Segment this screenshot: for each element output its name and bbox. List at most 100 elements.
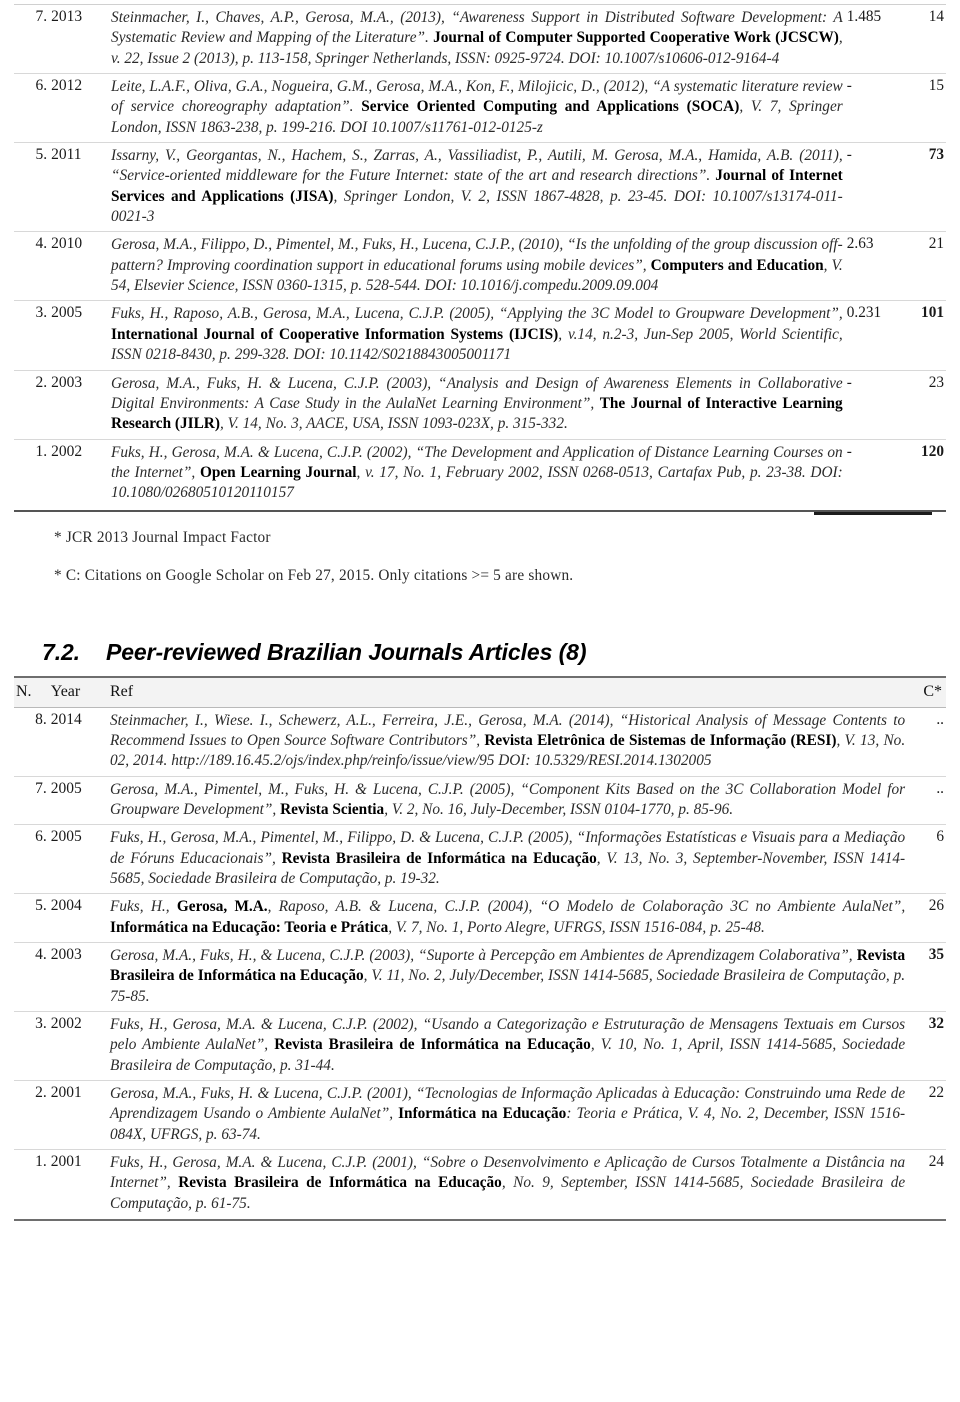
row-citations: 24 — [928, 1153, 944, 1171]
row-reference: Steinmacher, I., Wiese. I., Schewerz, A.… — [110, 711, 906, 770]
section-title: Peer-reviewed Brazilian Journals Article… — [106, 638, 587, 665]
row-citations: 32 — [928, 1015, 944, 1033]
row-citations: 22 — [928, 1084, 944, 1102]
row-impact-factor: 0.231 — [846, 304, 882, 322]
row-year: 2002 — [51, 442, 83, 460]
brazilian-journals-table-head: N. Year Ref C* — [14, 676, 946, 708]
row-reference: Issarny, V., Georgantas, N., Hachem, S.,… — [111, 147, 843, 226]
row-impact-factor: 1.485 — [846, 8, 882, 25]
row-year: 2005 — [50, 779, 82, 797]
row-reference: Fuks, H., Gerosa, M.A. & Lucena, C.J.P. … — [110, 1016, 906, 1074]
section-number: 7.2. — [42, 638, 80, 665]
row-year: 2005 — [50, 828, 82, 846]
row-year: 2013 — [51, 8, 83, 25]
row-impact-factor: - — [846, 442, 852, 460]
row-reference: Steinmacher, I., Chaves, A.P., Gerosa, M… — [111, 9, 843, 67]
international-journals-table: 7. 2013 Steinmacher, I., Chaves, A.P., Ger… — [14, 4, 946, 508]
table1-bottom-rule-dark-segment — [814, 511, 932, 515]
row-number: 1. — [35, 442, 48, 460]
row-citations: 21 — [928, 235, 944, 253]
table-row: 2. 2003 Gerosa, M.A., Fuks, H. & Lucena, C… — [14, 370, 946, 439]
row-citations: 73 — [928, 146, 944, 164]
row-citations: 35 — [928, 946, 944, 963]
table-row: 7. 2005 Gerosa, M.A., Pimentel, M., Fuks, … — [14, 776, 946, 825]
row-impact-factor: - — [846, 146, 852, 164]
table-row: 6. 2012 Leite, L.A.F., Oliva, G.A., Noguei… — [14, 73, 946, 143]
table-header-row: N. Year Ref C* — [14, 676, 946, 708]
row-citations: 6 — [936, 828, 944, 846]
row-year: 2011 — [51, 146, 82, 164]
table-row: 3. 2005 Fuks, H., Raposo, A.B., Gerosa, M.… — [14, 300, 946, 370]
table-row: 4. 2003 Gerosa, M.A., Fuks, H., & Lucena, … — [14, 942, 946, 1012]
table-row: 1. 2002 Fuks, H., Gerosa, M.A. & Lucena, C… — [14, 439, 946, 508]
row-citations: 26 — [928, 897, 944, 915]
row-number: 4. — [35, 235, 48, 253]
row-citations: .. — [936, 710, 944, 728]
row-reference: Fuks, H., Raposo, A.B., Gerosa, M.A., Lu… — [111, 305, 843, 364]
row-reference: Gerosa, M.A., Fuks, H., & Lucena, C.J.P.… — [110, 947, 906, 1005]
row-reference: Fuks, H., Gerosa, M.A., Pimentel, M., Fi… — [110, 829, 906, 887]
row-citations: 15 — [928, 77, 944, 95]
row-number: 3. — [35, 304, 48, 322]
brazilian-journals-table: N. Year Ref C* 8. 2014 Steinmacher, I., Wi… — [14, 676, 946, 1219]
row-reference: Gerosa, M.A., Fuks, H. & Lucena, C.J.P. … — [110, 1085, 906, 1143]
row-year: 2003 — [50, 946, 82, 963]
table-row: 4. 2010 Gerosa, M.A., Filippo, D., Pimente… — [14, 231, 946, 301]
row-number: 7. — [35, 779, 47, 797]
row-number: 1. — [35, 1153, 47, 1171]
international-journals-table-body: 7. 2013 Steinmacher, I., Chaves, A.P., Ger… — [14, 4, 946, 508]
table-row: 5. 2011 Issarny, V., Georgantas, N., Hache… — [14, 142, 946, 232]
row-number: 5. — [35, 897, 47, 915]
table-row: 6. 2005 Fuks, H., Gerosa, M.A., Pimentel, … — [14, 824, 946, 894]
row-number: 6. — [35, 77, 48, 95]
footnote-impact-factor: * JCR 2013 Journal Impact Factor — [54, 528, 271, 546]
row-year: 2002 — [50, 1015, 82, 1033]
table-row: 7. 2013 Steinmacher, I., Chaves, A.P., Ger… — [14, 4, 946, 74]
brazilian-journals-table-body: 8. 2014 Steinmacher, I., Wiese. I., Schewe… — [14, 707, 946, 1218]
row-impact-factor: - — [846, 373, 852, 391]
table1-bottom-rule — [14, 509, 946, 512]
row-reference: Leite, L.A.F., Oliva, G.A., Nogueira, G.… — [111, 78, 843, 136]
row-number: 4. — [35, 946, 47, 963]
row-number: 8. — [35, 710, 47, 728]
row-number: 5. — [35, 146, 48, 164]
row-number: 3. — [35, 1015, 47, 1033]
row-year: 2014 — [50, 710, 82, 728]
row-impact-factor: - — [846, 77, 852, 95]
table1-bottom-rule-wrap — [14, 509, 946, 515]
table-row: 5. 2004 Fuks, H., Gerosa, M.A., Raposo, A.… — [14, 893, 946, 943]
table2-bottom-rule — [14, 1219, 946, 1222]
row-citations: .. — [936, 779, 944, 797]
row-year: 2004 — [50, 897, 82, 915]
document-page: 7. 2013 Steinmacher, I., Chaves, A.P., Ger… — [0, 0, 960, 1222]
footnote-citations: * C: Citations on Google Scholar on Feb … — [54, 566, 574, 584]
row-reference: Gerosa, M.A., Fuks, H. & Lucena, C.J.P. … — [111, 374, 843, 433]
row-year: 2005 — [51, 304, 83, 322]
row-reference: Fuks, H., Gerosa, M.A. & Lucena, C.J.P. … — [111, 443, 843, 502]
row-number: 6. — [35, 828, 47, 846]
row-number: 2. — [35, 1084, 47, 1102]
row-year: 2010 — [51, 235, 83, 253]
row-citations: 120 — [921, 442, 944, 460]
row-citations: 14 — [928, 8, 944, 25]
column-header-year: Year — [50, 682, 81, 700]
row-year: 2001 — [50, 1153, 82, 1171]
table-row: 1. 2001 Fuks, H., Gerosa, M.A. & Lucena, C… — [14, 1149, 946, 1219]
row-year: 2003 — [51, 373, 83, 391]
row-number: 7. — [35, 8, 48, 25]
row-citations: 101 — [921, 304, 944, 322]
column-header-citations: C* — [923, 682, 942, 700]
table-row: 8. 2014 Steinmacher, I., Wiese. I., Schewe… — [14, 707, 946, 776]
row-year: 2012 — [51, 77, 83, 95]
row-number: 2. — [35, 373, 48, 391]
section-heading: 7.2. Peer-reviewed Brazilian Journals Art… — [42, 639, 946, 666]
row-citations: 23 — [928, 373, 944, 391]
row-impact-factor: 2.63 — [846, 235, 874, 253]
row-reference: Fuks, H., Gerosa, M.A. & Lucena, C.J.P. … — [110, 1154, 906, 1212]
column-header-number: N. — [16, 682, 32, 700]
column-header-ref: Ref — [110, 682, 134, 700]
table-row: 3. 2002 Fuks, H., Gerosa, M.A. & Lucena, C… — [14, 1011, 946, 1081]
table-row: 2. 2001 Gerosa, M.A., Fuks, H. & Lucena, C… — [14, 1080, 946, 1150]
row-reference: Gerosa, M.A., Filippo, D., Pimentel, M.,… — [111, 236, 843, 295]
row-reference: Fuks, H., Gerosa, M.A., Raposo, A.B. & L… — [110, 898, 906, 936]
